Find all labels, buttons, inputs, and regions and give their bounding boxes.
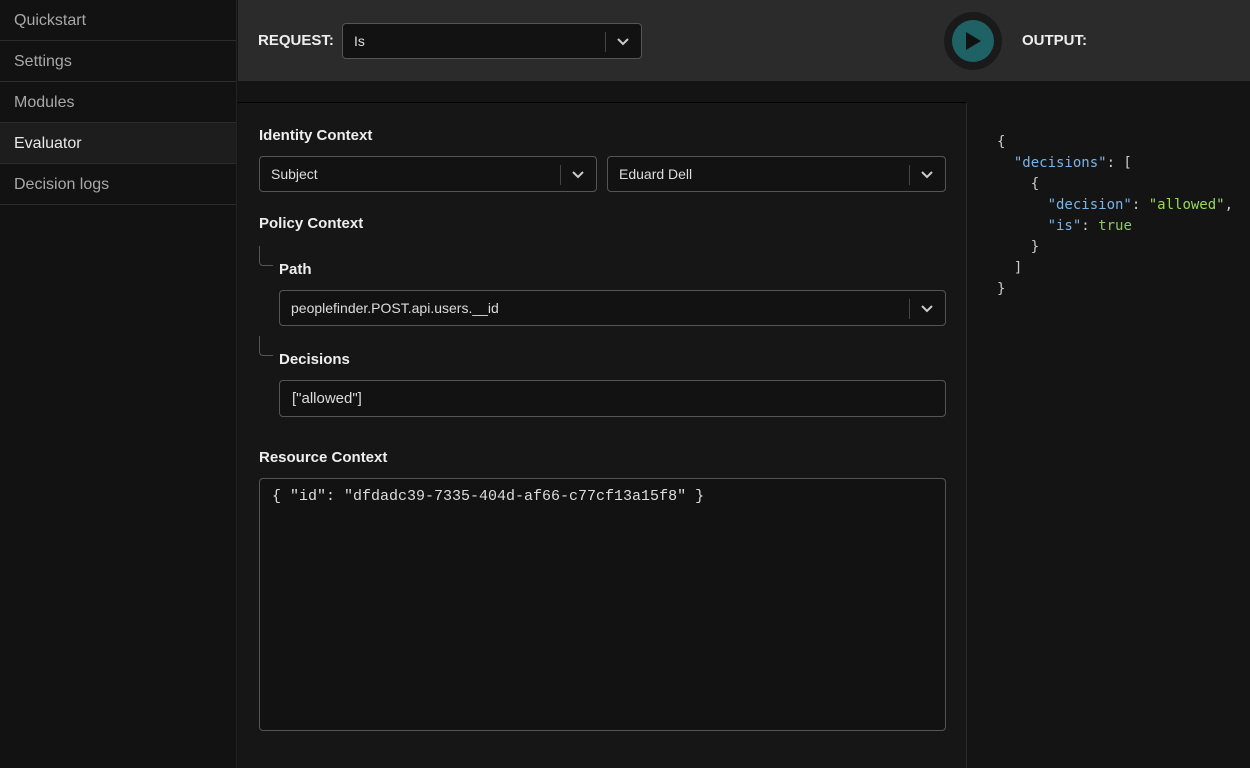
identity-context-title: Identity Context [259,127,373,144]
decisions-value: ["allowed"] [292,390,362,407]
run-button[interactable] [944,12,1002,70]
sidebar: Quickstart Settings Modules Evaluator De… [0,0,237,768]
identity-type-value: Subject [271,166,318,182]
chevron-down-icon [921,171,933,179]
sidebar-item-quickstart[interactable]: Quickstart [0,0,236,41]
output-label: OUTPUT: [1022,32,1087,49]
chevron-down-icon [921,305,933,313]
path-select[interactable]: peoplefinder.POST.api.users.__id [279,290,946,326]
decisions-label: Decisions [279,351,350,368]
sidebar-item-evaluator[interactable]: Evaluator [0,123,236,164]
identity-user-select[interactable]: Eduard Dell [607,156,946,192]
tree-line [259,336,273,356]
output-json: { "decisions": [ { "decision": "allowed"… [997,134,1234,297]
resource-context-editor[interactable]: { "id": "dfdadc39-7335-404d-af66-c77cf13… [259,478,946,731]
chevron-down-icon [617,38,629,46]
resource-context-title: Resource Context [259,449,388,466]
sidebar-item-settings[interactable]: Settings [0,41,236,82]
request-value: Is [354,33,365,49]
header: REQUEST: Is OUTPUT: [238,0,1250,81]
path-label: Path [279,261,312,278]
sidebar-item-decision-logs[interactable]: Decision logs [0,164,236,205]
policy-context-title: Policy Context [259,215,364,232]
play-icon [966,32,981,50]
request-label: REQUEST: [258,32,334,49]
decisions-input[interactable]: ["allowed"] [279,380,946,417]
tree-line [259,246,273,266]
sidebar-item-modules[interactable]: Modules [0,82,236,123]
path-value: peoplefinder.POST.api.users.__id [291,300,499,316]
request-select[interactable]: Is [342,23,642,59]
identity-type-select[interactable]: Subject [259,156,597,192]
request-panel: Identity Context Subject Eduard Dell Pol… [238,102,967,768]
chevron-down-icon [572,171,584,179]
identity-user-value: Eduard Dell [619,166,693,182]
